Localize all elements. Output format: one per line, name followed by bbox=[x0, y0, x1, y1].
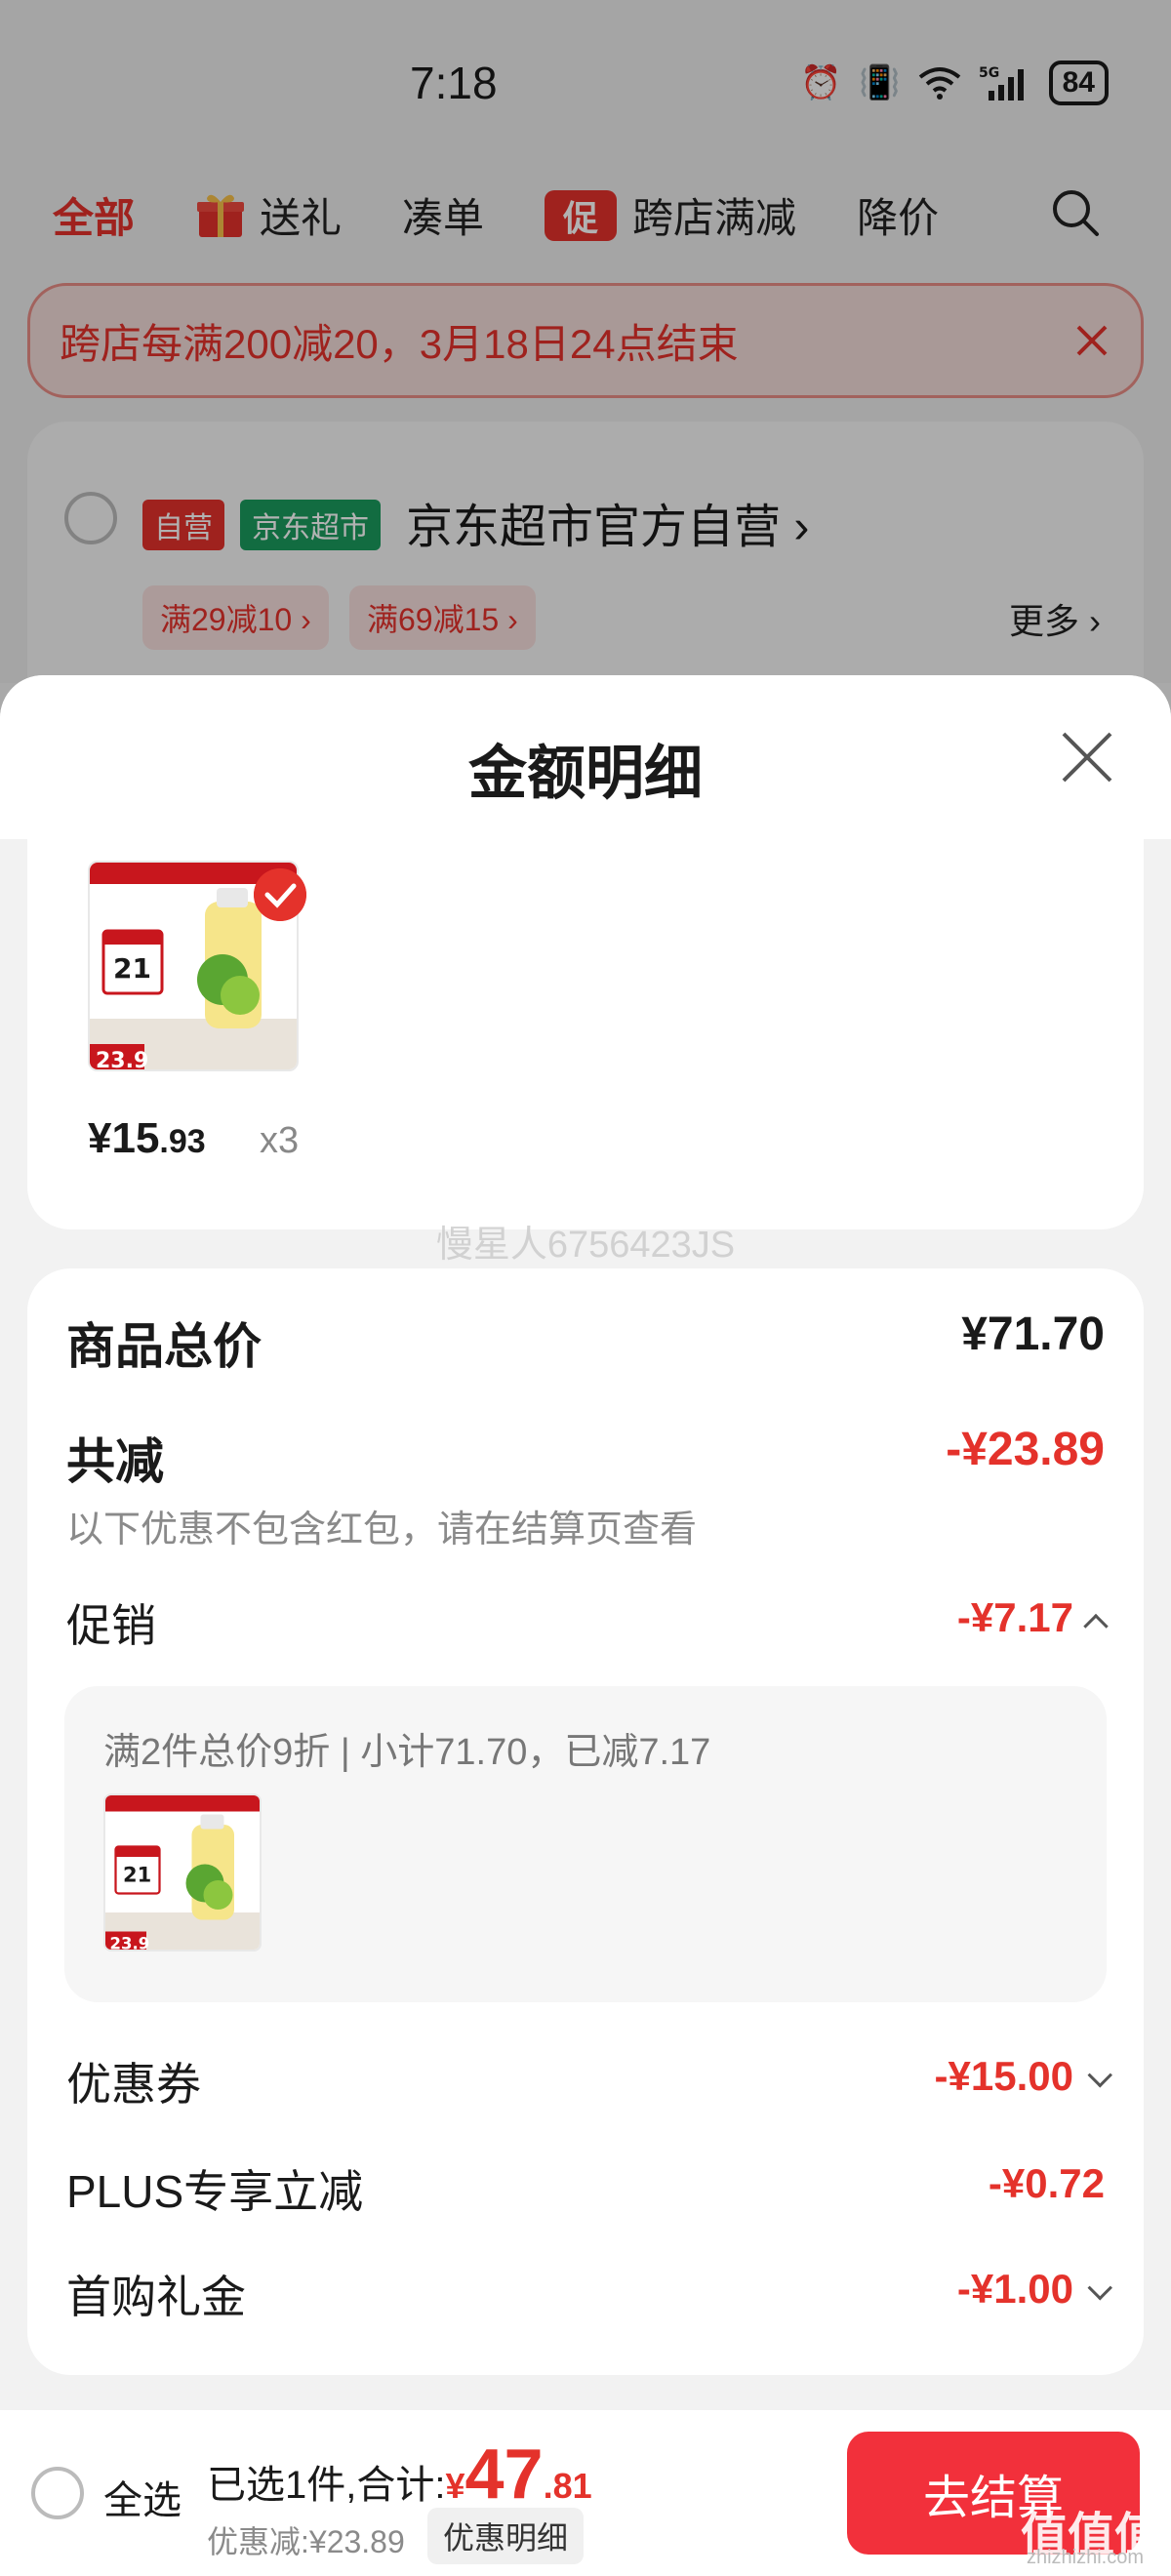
total-price-label: 商品总价 bbox=[66, 1319, 262, 1374]
coupon-toggle[interactable]: -¥15.00 bbox=[934, 2053, 1112, 2100]
discount-detail-button[interactable]: 优惠明细 bbox=[427, 2508, 585, 2564]
total-discount-label: 共减 bbox=[66, 1434, 164, 1489]
plus-discount-value: -¥0.72 bbox=[988, 2160, 1105, 2206]
discount-note: 以下优惠不包含红包，请在结算页查看 bbox=[66, 1509, 698, 1550]
saved-amount: 优惠减:¥23.89 bbox=[207, 2524, 405, 2559]
product-card: 21 23.9 ¥15.93 x3 bbox=[27, 839, 1144, 1229]
item-unit-price: ¥15.93 bbox=[88, 1114, 206, 1162]
sheet-header: 金额明细 bbox=[0, 675, 1171, 839]
promotion-value: -¥7.17 bbox=[956, 1594, 1073, 1640]
first-purchase-gift-value: -¥1.00 bbox=[956, 2266, 1073, 2312]
svg-text:21: 21 bbox=[113, 952, 151, 985]
svg-text:23.9: 23.9 bbox=[96, 1049, 148, 1071]
total-discount-value: -¥23.89 bbox=[946, 1424, 1105, 1475]
item-quantity: x3 bbox=[260, 1120, 300, 1161]
promotion-description: 满2件总价9折 | 小计71.70，已减7.17 bbox=[103, 1732, 711, 1773]
watermark: 慢星人6756423JS bbox=[435, 1225, 736, 1266]
check-icon bbox=[254, 868, 306, 921]
chevron-down-icon bbox=[1087, 2274, 1112, 2301]
total-amount-decimal: .81 bbox=[543, 2466, 592, 2506]
promotion-label: 促销 bbox=[66, 1600, 156, 1651]
select-all-radio[interactable] bbox=[31, 2467, 84, 2519]
total-amount-integer: 47 bbox=[464, 2435, 544, 2514]
first-purchase-gift-label: 首购礼金 bbox=[66, 2272, 246, 2322]
chevron-up-icon bbox=[1083, 1613, 1109, 1639]
coupon-label: 优惠券 bbox=[66, 2059, 201, 2110]
promotion-detail-box: 满2件总价9折 | 小计71.70，已减7.17 21 23.9 bbox=[64, 1686, 1107, 2002]
price-summary-card: 商品总价 ¥71.70 共减 -¥23.89 以下优惠不包含红包，请在结算页查看… bbox=[27, 1268, 1144, 2375]
currency-symbol: ¥ bbox=[445, 2466, 465, 2506]
coupon-value: -¥15.00 bbox=[934, 2053, 1073, 2099]
amount-detail-sheet: 金额明细 21 23.9 ¥15.93 x3 慢星人6756423JS 商品总价… bbox=[0, 675, 1171, 2410]
plus-discount-label: PLUS专享立减 bbox=[66, 2166, 364, 2217]
close-icon[interactable] bbox=[1056, 726, 1118, 788]
selected-total: 已选1件,合计: ¥ 47 .81 bbox=[207, 2439, 592, 2510]
selected-count-text: 已选1件,合计: bbox=[207, 2464, 446, 2507]
sheet-title: 金额明细 bbox=[468, 741, 703, 806]
svg-text:21: 21 bbox=[123, 1864, 151, 1887]
checkout-bar: 全选 已选1件,合计: ¥ 47 .81 优惠减:¥23.89 优惠明细 去结算… bbox=[0, 2410, 1171, 2576]
select-all-label[interactable]: 全选 bbox=[103, 2469, 182, 2525]
promotion-toggle[interactable]: -¥7.17 bbox=[956, 1594, 1109, 1641]
chevron-down-icon bbox=[1087, 2062, 1112, 2088]
promotion-product-image: 21 23.9 bbox=[103, 1793, 262, 1952]
svg-text:23.9: 23.9 bbox=[110, 1935, 150, 1952]
first-purchase-gift-toggle[interactable]: -¥1.00 bbox=[956, 2266, 1112, 2313]
total-price-value: ¥71.70 bbox=[961, 1308, 1105, 1360]
site-watermark-url: zhizhizhi.com bbox=[1026, 2547, 1144, 2568]
